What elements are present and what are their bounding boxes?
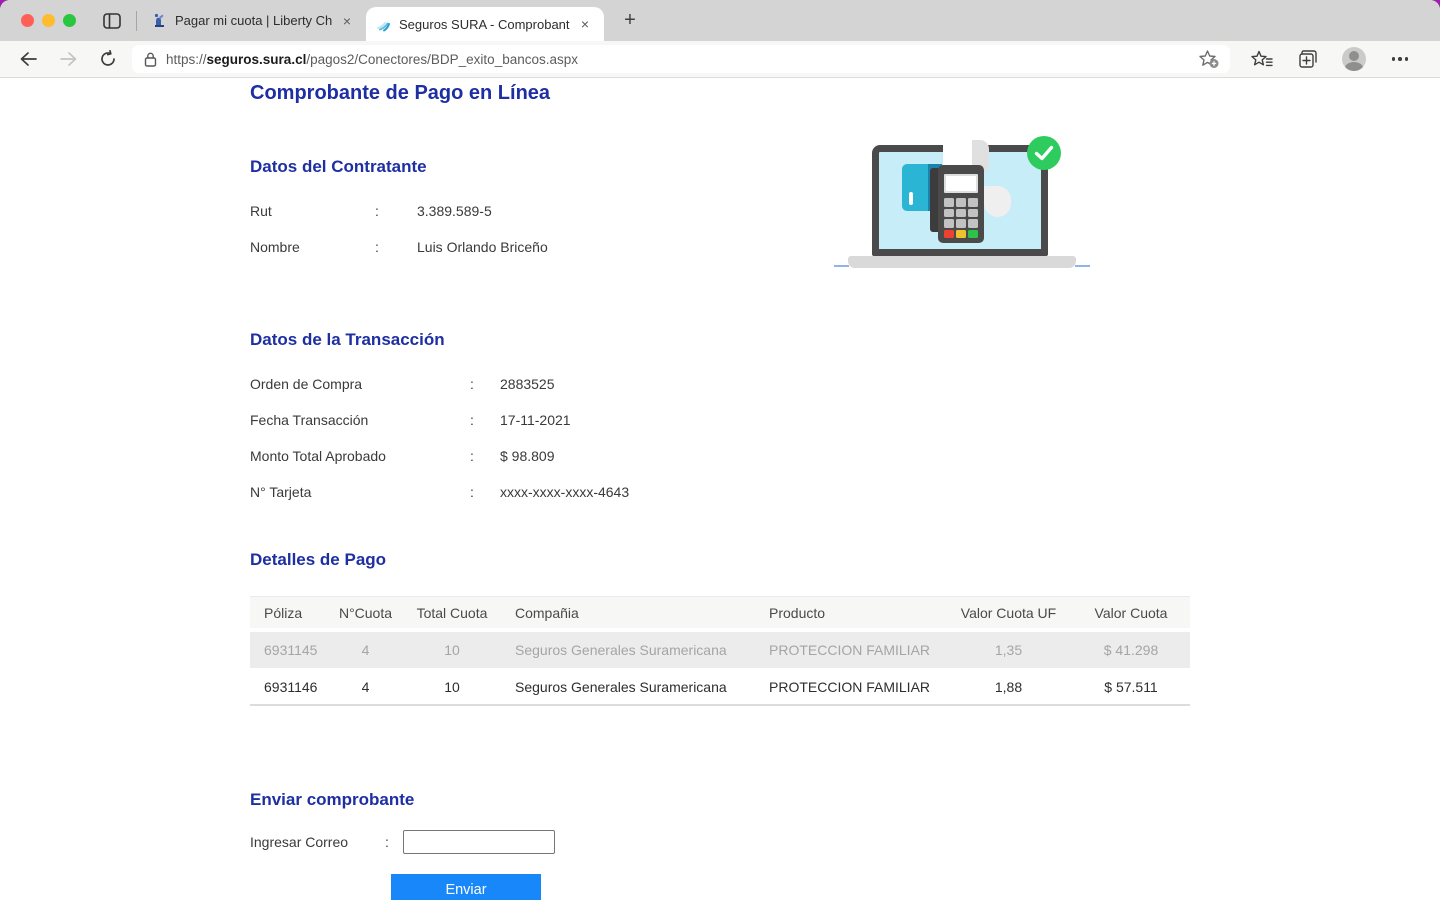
avatar-head <box>1349 51 1359 61</box>
field-row-nombre: Nombre : Luis Orlando Briceño <box>250 237 548 257</box>
section-heading-transaccion: Datos de la Transacción <box>250 330 445 350</box>
page-content: Comprobante de Pago en Línea <box>0 78 1440 900</box>
field-colon: : <box>470 446 500 466</box>
field-row-rut: Rut : 3.389.589-5 <box>250 201 492 221</box>
field-row-fecha: Fecha Transacción : 17-11-2021 <box>250 410 571 430</box>
tab-title: Seguros SURA - Comprobante <box>399 17 570 32</box>
field-label: Nombre <box>250 237 375 257</box>
collections-icon[interactable] <box>1296 47 1320 71</box>
table-header-row: Póliza N°Cuota Total Cuota Compañia Prod… <box>250 596 1190 632</box>
section-heading-enviar: Enviar comprobante <box>250 790 414 810</box>
browser-window: Pagar mi cuota | Liberty Chile × Seguros… <box>0 0 1440 900</box>
address-bar[interactable]: https://seguros.sura.cl/pagos2/Conectore… <box>132 45 1230 73</box>
tab-sura-active[interactable]: Seguros SURA - Comprobante × <box>366 7 604 41</box>
favorites-icon[interactable] <box>1250 47 1274 71</box>
tab-strip: Pagar mi cuota | Liberty Chile × Seguros… <box>0 0 1440 41</box>
col-compania: Compañia <box>501 596 759 632</box>
maximize-window-button[interactable] <box>63 14 76 27</box>
field-label: Monto Total Aprobado <box>250 446 470 466</box>
url-path: /pagos2/Conectores/BDP_exito_bancos.aspx <box>306 52 578 67</box>
terminal-keypad <box>944 198 978 238</box>
col-valor-cuota-uf: Valor Cuota UF <box>945 596 1072 632</box>
tab-title: Pagar mi cuota | Liberty Chile <box>175 13 332 28</box>
toolbar-right-icons <box>1250 47 1412 71</box>
field-colon: : <box>375 237 417 257</box>
field-label: Ingresar Correo <box>250 832 385 852</box>
refresh-button[interactable] <box>96 47 120 71</box>
field-colon: : <box>470 374 500 394</box>
field-value: $ 98.809 <box>500 446 555 466</box>
pos-terminal-illustration <box>938 165 984 243</box>
url-domain: seguros.sura.cl <box>207 52 307 67</box>
window-controls <box>21 14 76 27</box>
liberty-favicon <box>152 13 167 28</box>
forward-button[interactable] <box>56 47 80 71</box>
minimize-window-button[interactable] <box>42 14 55 27</box>
settings-menu-icon[interactable] <box>1388 47 1412 71</box>
field-value: Luis Orlando Briceño <box>417 237 548 257</box>
url-scheme: https:// <box>166 52 207 67</box>
tab-liberty[interactable]: Pagar mi cuota | Liberty Chile × <box>142 0 366 41</box>
col-poliza: Póliza <box>250 596 328 632</box>
col-total-cuota: Total Cuota <box>403 596 501 632</box>
field-value: 2883525 <box>500 374 555 394</box>
field-colon: : <box>385 832 403 852</box>
email-input[interactable] <box>403 830 555 854</box>
payment-details-table: Póliza N°Cuota Total Cuota Compañia Prod… <box>250 596 1190 706</box>
profile-avatar[interactable] <box>1342 47 1366 71</box>
new-tab-button[interactable]: + <box>618 9 642 33</box>
table-row: 6931145 4 10 Seguros Generales Surameric… <box>250 632 1190 669</box>
section-heading-contratante: Datos del Contratante <box>250 157 427 177</box>
field-label: N° Tarjeta <box>250 482 470 502</box>
field-row-tarjeta: N° Tarjeta : xxxx-xxxx-xxxx-4643 <box>250 482 629 502</box>
close-tab-icon[interactable]: × <box>338 12 356 30</box>
field-colon: : <box>470 410 500 430</box>
close-window-button[interactable] <box>21 14 34 27</box>
back-button[interactable] <box>16 47 40 71</box>
add-favorite-icon[interactable] <box>1198 49 1220 69</box>
table-row: 6931146 4 10 Seguros Generales Surameric… <box>250 669 1190 706</box>
lock-icon[interactable] <box>144 52 157 67</box>
col-ncuota: N°Cuota <box>328 596 403 632</box>
field-value: xxxx-xxxx-xxxx-4643 <box>500 482 629 502</box>
field-value: 17-11-2021 <box>500 410 571 430</box>
payment-success-illustration <box>830 128 1092 278</box>
close-tab-icon[interactable]: × <box>576 15 594 33</box>
section-heading-detalles: Detalles de Pago <box>250 550 386 570</box>
send-button[interactable]: Enviar <box>391 874 541 900</box>
field-colon: : <box>470 482 500 502</box>
success-check-icon <box>1027 136 1061 170</box>
field-row-orden: Orden de Compra : 2883525 <box>250 374 555 394</box>
tab-actions-menu-icon[interactable] <box>103 13 121 29</box>
sura-favicon <box>376 17 391 32</box>
col-valor-cuota: Valor Cuota <box>1072 596 1190 632</box>
field-label: Orden de Compra <box>250 374 470 394</box>
col-producto: Producto <box>759 596 945 632</box>
avatar-body <box>1345 62 1363 71</box>
field-label: Fecha Transacción <box>250 410 470 430</box>
field-row-correo: Ingresar Correo : <box>250 830 555 854</box>
tab-divider <box>136 11 137 31</box>
field-row-monto: Monto Total Aprobado : $ 98.809 <box>250 446 555 466</box>
url-text[interactable]: https://seguros.sura.cl/pagos2/Conectore… <box>166 52 1198 67</box>
navigation-toolbar: https://seguros.sura.cl/pagos2/Conectore… <box>0 41 1440 78</box>
field-label: Rut <box>250 201 375 221</box>
page-title: Comprobante de Pago en Línea <box>250 82 550 105</box>
field-value: 3.389.589-5 <box>417 201 492 221</box>
field-colon: : <box>375 201 417 221</box>
